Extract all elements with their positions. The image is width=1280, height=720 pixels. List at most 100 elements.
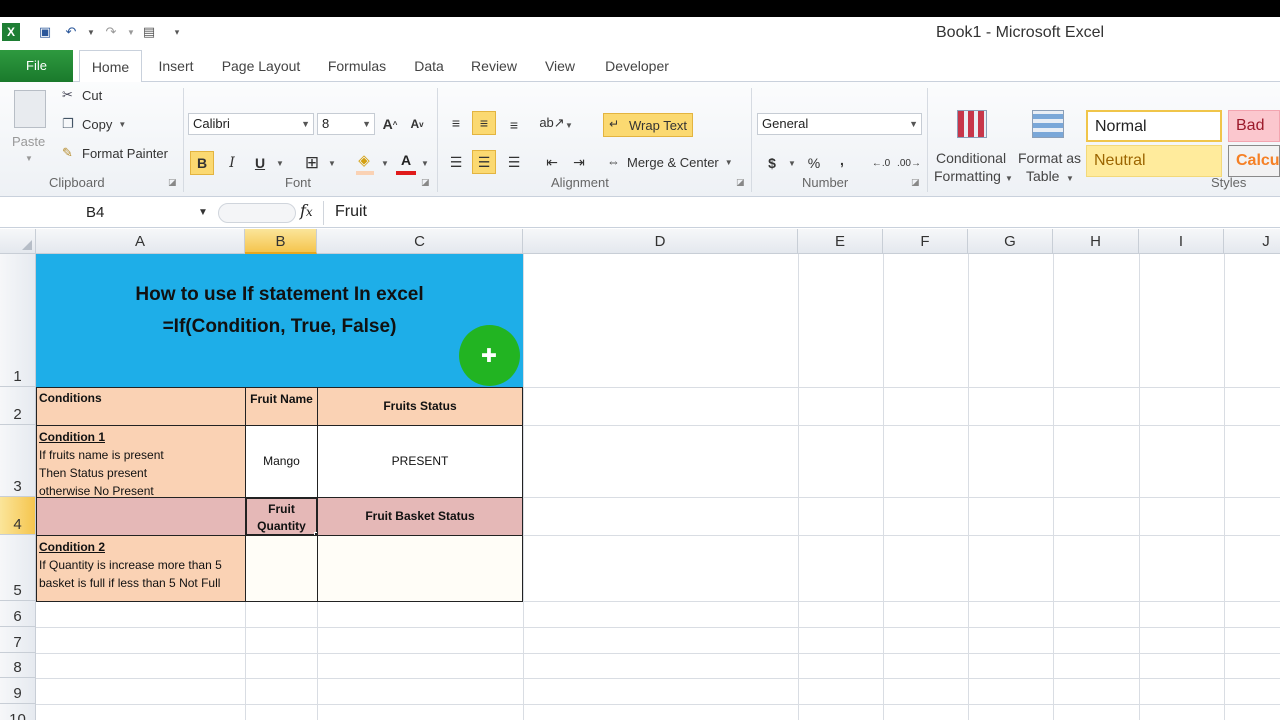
cell-a3[interactable]: Condition 1 If fruits name is present Th… [36, 425, 246, 498]
col-header-i[interactable]: I [1139, 229, 1224, 254]
style-normal[interactable]: Normal [1086, 110, 1222, 142]
cell-a5[interactable]: Condition 2 If Quantity is increase more… [36, 535, 246, 602]
conditional-formatting-icon[interactable] [957, 110, 987, 138]
customize-qat-icon[interactable]: ▾ [168, 23, 186, 41]
col-header-e[interactable]: E [798, 229, 883, 254]
row-header-8[interactable]: 8 [0, 653, 36, 678]
align-center-icon[interactable]: ☰ [472, 150, 496, 174]
undo-dropdown-icon[interactable]: ▼ [82, 23, 100, 41]
col-header-g[interactable]: G [968, 229, 1053, 254]
clipboard-launcher-icon[interactable]: ◪ [168, 177, 177, 188]
row-header-4[interactable]: 4 [0, 497, 36, 535]
cell-c4[interactable]: Fruit Basket Status [317, 497, 523, 536]
conditional-formatting-line1[interactable]: Conditional [936, 150, 1006, 166]
col-header-d[interactable]: D [523, 229, 798, 254]
tab-data[interactable]: Data [405, 50, 453, 82]
print-preview-icon[interactable]: ▤ [140, 23, 158, 41]
align-right-icon[interactable]: ☰ [502, 150, 526, 174]
cell-c2[interactable]: Fruits Status [317, 387, 523, 426]
cell-a1-title[interactable]: How to use If statement In excel =If(Con… [36, 254, 523, 387]
font-color-icon[interactable]: A [394, 148, 418, 172]
tab-file[interactable]: File [0, 50, 73, 82]
paste-icon[interactable] [14, 90, 46, 128]
comma-button[interactable]: , [830, 148, 854, 172]
cut-button[interactable]: ✂ Cut [62, 87, 102, 103]
font-color-dropdown-icon[interactable]: ▼ [421, 159, 429, 168]
col-header-j[interactable]: J [1224, 229, 1280, 254]
cell-c3[interactable]: PRESENT [317, 425, 523, 498]
increase-indent-icon[interactable]: ⇥ [567, 150, 591, 174]
style-calculation[interactable]: Calcul [1228, 145, 1280, 177]
cell-b3[interactable]: Mango [245, 425, 318, 498]
borders-icon[interactable]: ⊞ [300, 151, 324, 175]
row-header-5[interactable]: 5 [0, 535, 36, 601]
font-name-select[interactable]: Calibri ▼ [188, 113, 314, 135]
formula-bar-splitter[interactable] [218, 203, 296, 223]
align-bottom-icon[interactable]: ≡ [502, 113, 526, 137]
tab-formulas[interactable]: Formulas [320, 50, 394, 82]
wrap-text-button[interactable]: ↵ Wrap Text [603, 113, 694, 137]
borders-dropdown-icon[interactable]: ▼ [328, 159, 336, 168]
conditional-formatting-line2[interactable]: Formatting [934, 168, 1001, 184]
fill-color-dropdown-icon[interactable]: ▼ [381, 159, 389, 168]
font-launcher-icon[interactable]: ◪ [421, 177, 430, 188]
cell-a4[interactable] [36, 497, 246, 536]
format-painter-button[interactable]: ✎ Format Painter [62, 145, 168, 161]
cell-a2[interactable]: Conditions [36, 387, 246, 426]
merge-center-button[interactable]: ⇔ Merge & Center ▼ [607, 154, 733, 170]
worksheet-grid[interactable]: A B C D E F G H I J 1 2 3 4 5 6 7 8 9 10 [0, 229, 1280, 720]
shrink-font-icon[interactable]: Av [405, 112, 429, 136]
orientation-dropdown-icon[interactable]: ▼ [565, 121, 573, 130]
col-header-a[interactable]: A [36, 229, 245, 254]
save-icon[interactable]: ▣ [36, 23, 54, 41]
italic-button[interactable]: I [220, 151, 244, 175]
tab-page-layout[interactable]: Page Layout [214, 50, 308, 82]
row-header-9[interactable]: 9 [0, 678, 36, 704]
redo-icon[interactable]: ↷ [102, 23, 120, 41]
name-box[interactable]: B4 ▼ [0, 201, 215, 225]
format-as-table-icon[interactable] [1032, 110, 1064, 138]
row-header-3[interactable]: 3 [0, 425, 36, 497]
tab-insert[interactable]: Insert [150, 50, 202, 82]
style-neutral[interactable]: Neutral [1086, 145, 1222, 177]
cell-b5[interactable] [245, 535, 318, 602]
row-header-10[interactable]: 10 [0, 704, 36, 720]
font-size-select[interactable]: 8 ▼ [317, 113, 375, 135]
formula-input[interactable]: Fruit [335, 203, 367, 221]
style-bad[interactable]: Bad [1228, 110, 1280, 142]
paste-dropdown-icon[interactable]: ▼ [25, 154, 33, 163]
col-header-f[interactable]: F [883, 229, 968, 254]
copy-button[interactable]: ❐ Copy ▼ [62, 116, 126, 132]
number-launcher-icon[interactable]: ◪ [911, 177, 920, 188]
align-top-icon[interactable]: ≡ [444, 111, 468, 135]
decrease-decimal-icon[interactable]: .00→ [897, 151, 921, 175]
cell-b2[interactable]: Fruit Name [245, 387, 318, 426]
conditional-formatting-dropdown-icon[interactable]: ▼ [1005, 174, 1013, 183]
redo-dropdown-icon[interactable]: ▼ [122, 23, 140, 41]
row-header-1[interactable]: 1 [0, 254, 36, 387]
name-box-dropdown-icon[interactable]: ▼ [198, 201, 208, 225]
col-header-h[interactable]: H [1053, 229, 1139, 254]
format-as-table-line1[interactable]: Format as [1018, 150, 1081, 166]
select-all-corner[interactable] [0, 229, 36, 254]
grow-font-icon[interactable]: A ^ [378, 112, 402, 136]
decrease-indent-icon[interactable]: ⇤ [540, 150, 564, 174]
align-left-icon[interactable]: ☰ [444, 150, 468, 174]
fill-color-icon[interactable]: ◈ [352, 148, 376, 172]
row-header-6[interactable]: 6 [0, 601, 36, 627]
row-header-7[interactable]: 7 [0, 627, 36, 653]
tab-review[interactable]: Review [465, 50, 523, 82]
cell-b4-selected[interactable]: Fruit Quantity [245, 497, 318, 536]
align-middle-icon[interactable]: ≡ [472, 111, 496, 135]
number-format-select[interactable]: General ▼ [757, 113, 922, 135]
format-as-table-line2[interactable]: Table [1026, 168, 1059, 184]
tab-developer[interactable]: Developer [598, 50, 676, 82]
underline-button[interactable]: U [248, 151, 272, 175]
paste-button[interactable]: Paste [12, 134, 45, 149]
insert-function-icon[interactable]: fx [300, 201, 313, 220]
currency-button[interactable]: $ [760, 151, 784, 175]
percent-button[interactable]: % [802, 151, 826, 175]
col-header-c[interactable]: C [317, 229, 523, 254]
increase-decimal-icon[interactable]: ←.0 [869, 151, 893, 175]
row-header-2[interactable]: 2 [0, 387, 36, 425]
